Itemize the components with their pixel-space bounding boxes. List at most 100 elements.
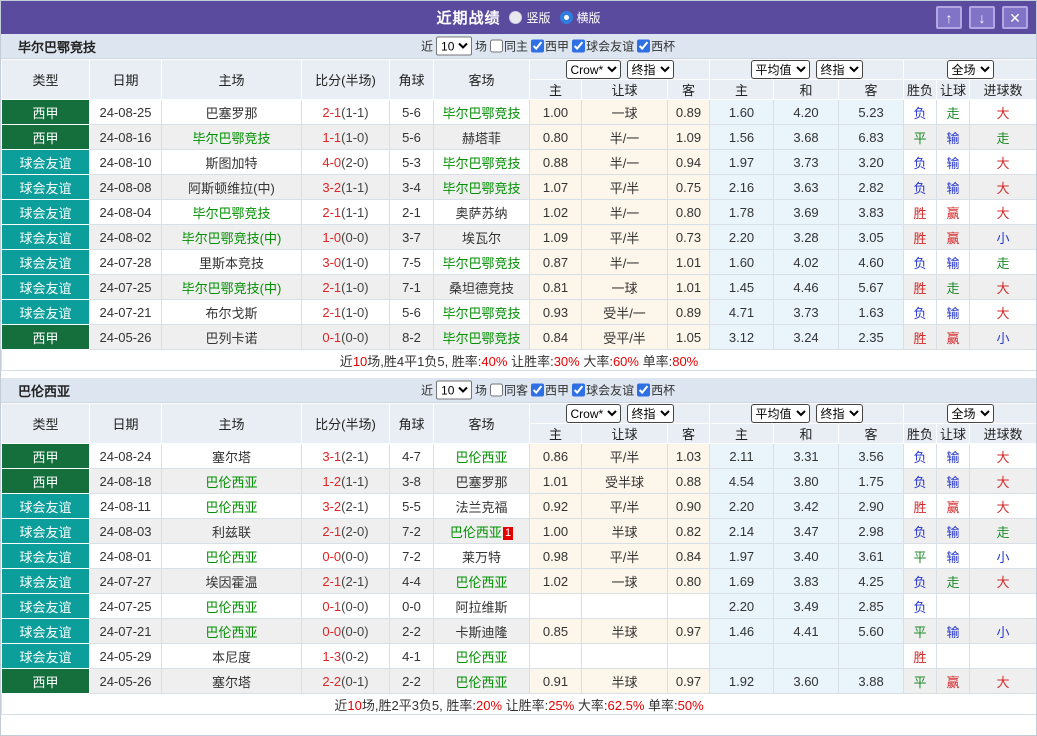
horizontal-radio[interactable]: [559, 11, 573, 24]
away-team-cell: 巴伦西亚: [433, 568, 530, 594]
league-filter-laliga[interactable]: 西甲: [531, 38, 569, 55]
score-cell: 2-1(2-1): [301, 568, 390, 594]
league-type-cell: 球会友谊: [1, 493, 90, 519]
avg-odds-time-select[interactable]: 终指: [815, 404, 863, 423]
scope-select[interactable]: 全场: [946, 404, 994, 423]
date-cell: 24-07-27: [89, 568, 162, 594]
avg-home-odds: 1.60: [709, 249, 775, 275]
scope-select[interactable]: 全场: [946, 60, 994, 79]
red-card-badge: 1: [502, 526, 514, 540]
odds-time-select[interactable]: 终指: [626, 60, 674, 79]
handicap-home-odds: 1.02: [529, 568, 582, 594]
handicap-line: 平/半: [581, 493, 668, 519]
friendly-checkbox[interactable]: [572, 383, 586, 397]
full-time-score: 3-2: [322, 179, 342, 195]
match-row: 球会友谊 24-08-02 毕尔巴鄂竞技(中) 1-0(0-0) 3-7 埃瓦尔 1.09 平…: [1, 224, 1036, 250]
cup-checkbox[interactable]: [637, 383, 651, 397]
bookmaker-select[interactable]: Crow*: [565, 404, 621, 423]
col-wdl: 胜负: [903, 423, 938, 444]
average-select[interactable]: 平均值: [750, 60, 810, 79]
date-cell: 24-08-25: [89, 99, 162, 125]
team-name: 阿斯顿维拉(中): [188, 180, 275, 196]
odds-time-select[interactable]: 终指: [626, 404, 674, 423]
avg-draw-odds: 3.42: [773, 493, 840, 519]
layout-vertical-option[interactable]: 竖版: [509, 9, 551, 26]
match-count-select[interactable]: 10: [436, 380, 473, 400]
league-filter-laliga[interactable]: 西甲: [531, 382, 569, 399]
laliga-checkbox[interactable]: [531, 383, 545, 397]
match-row: 球会友谊 24-08-11 巴伦西亚 3-2(2-1) 5-5 法兰克福 0.92 平/半 0.…: [1, 493, 1036, 519]
away-team-cell: 奥萨苏纳: [433, 199, 530, 225]
league-filter-friendly[interactable]: 球会友谊: [572, 382, 634, 399]
result-goals: [969, 593, 1036, 619]
away-team-cell: 巴塞罗那: [433, 468, 530, 494]
average-group: 平均值 终指: [709, 59, 905, 80]
same-venue-checkbox[interactable]: [490, 39, 504, 53]
avg-home-odds: 2.20: [709, 593, 775, 619]
result-handicap: 赢: [936, 493, 971, 519]
league-type-cell: 球会友谊: [1, 249, 90, 275]
team-name: 巴伦西亚: [455, 649, 508, 665]
same-venue-filter[interactable]: 同主: [490, 38, 528, 55]
average-group: 平均值 终指: [709, 403, 905, 424]
away-team-cell: 巴伦西亚 1: [433, 518, 530, 544]
match-count-select[interactable]: 10: [436, 36, 473, 56]
same-venue-filter[interactable]: 同客: [490, 382, 528, 399]
result-handicap: 输: [936, 299, 971, 325]
summary-text: 近10场,胜2平3负5, 胜率:20% 让胜率:25% 大率:62.5% 单率:…: [1, 693, 1036, 715]
score-cell: 0-0(0-0): [301, 618, 390, 644]
games-label: 场: [475, 39, 488, 54]
layout-horizontal-option[interactable]: 横版: [559, 9, 601, 26]
result-goals: 大: [969, 568, 1036, 594]
match-row: 球会友谊 24-07-28 里斯本竞技 3-0(1-0) 7-5 毕尔巴鄂竞技 0.87 半/…: [1, 249, 1036, 275]
team-name: 毕尔巴鄂竞技: [192, 130, 271, 146]
avg-away-odds: 2.98: [838, 518, 905, 544]
col-handicap-home: 主: [529, 79, 582, 100]
vertical-radio[interactable]: [509, 11, 523, 24]
result-handicap: 赢: [936, 668, 971, 694]
away-team-cell: 毕尔巴鄂竞技: [433, 249, 530, 275]
move-down-button[interactable]: ↓: [969, 6, 995, 29]
away-team-cell: 卡斯迪隆: [433, 618, 530, 644]
average-select[interactable]: 平均值: [750, 404, 810, 423]
home-team-cell: 布尔戈斯: [161, 299, 302, 325]
result-wdl: 胜: [903, 324, 938, 350]
handicap-away-odds: 0.90: [666, 493, 711, 519]
avg-home-odds: 1.46: [709, 618, 775, 644]
near-label: 近: [421, 39, 434, 54]
result-wdl: 负: [903, 468, 938, 494]
laliga-checkbox[interactable]: [531, 39, 545, 53]
summary-stat-value: 20%: [476, 697, 503, 713]
friendly-checkbox[interactable]: [572, 39, 586, 53]
avg-home-odds: 1.45: [709, 274, 775, 300]
handicap-line: 平/半: [581, 224, 668, 250]
league-filter-cup[interactable]: 西杯: [637, 38, 675, 55]
bookmaker-select[interactable]: Crow*: [565, 60, 621, 79]
cup-checkbox[interactable]: [637, 39, 651, 53]
corners-cell: 5-5: [389, 493, 434, 519]
score-cell: 1-3(0-2): [301, 643, 390, 669]
close-button[interactable]: ✕: [1002, 6, 1028, 29]
result-handicap: 赢: [936, 324, 971, 350]
avg-odds-time-select[interactable]: 终指: [815, 60, 863, 79]
handicap-home-odds: 0.92: [529, 493, 582, 519]
away-team-cell: 巴伦西亚: [433, 443, 530, 469]
corners-cell: 5-6: [389, 124, 434, 150]
move-up-button[interactable]: ↑: [936, 6, 962, 29]
league-filter-friendly[interactable]: 球会友谊: [572, 38, 634, 55]
handicap-line: [581, 593, 668, 619]
summary-stat-value: 62.5%: [607, 697, 645, 713]
date-cell: 24-08-02: [89, 224, 162, 250]
result-goals: 大: [969, 174, 1036, 200]
team-name: 巴伦西亚: [205, 474, 258, 490]
same-venue-checkbox[interactable]: [490, 383, 504, 397]
result-wdl: 平: [903, 124, 938, 150]
handicap-home-odds: [529, 643, 582, 669]
corners-cell: 5-6: [389, 99, 434, 125]
avg-home-odds: 3.12: [709, 324, 775, 350]
league-filter-cup[interactable]: 西杯: [637, 382, 675, 399]
avg-home-odds: 1.97: [709, 149, 775, 175]
col-date: 日期: [89, 403, 162, 444]
half-time-score: (1-1): [341, 179, 369, 195]
team-name: 赫塔菲: [461, 130, 501, 146]
